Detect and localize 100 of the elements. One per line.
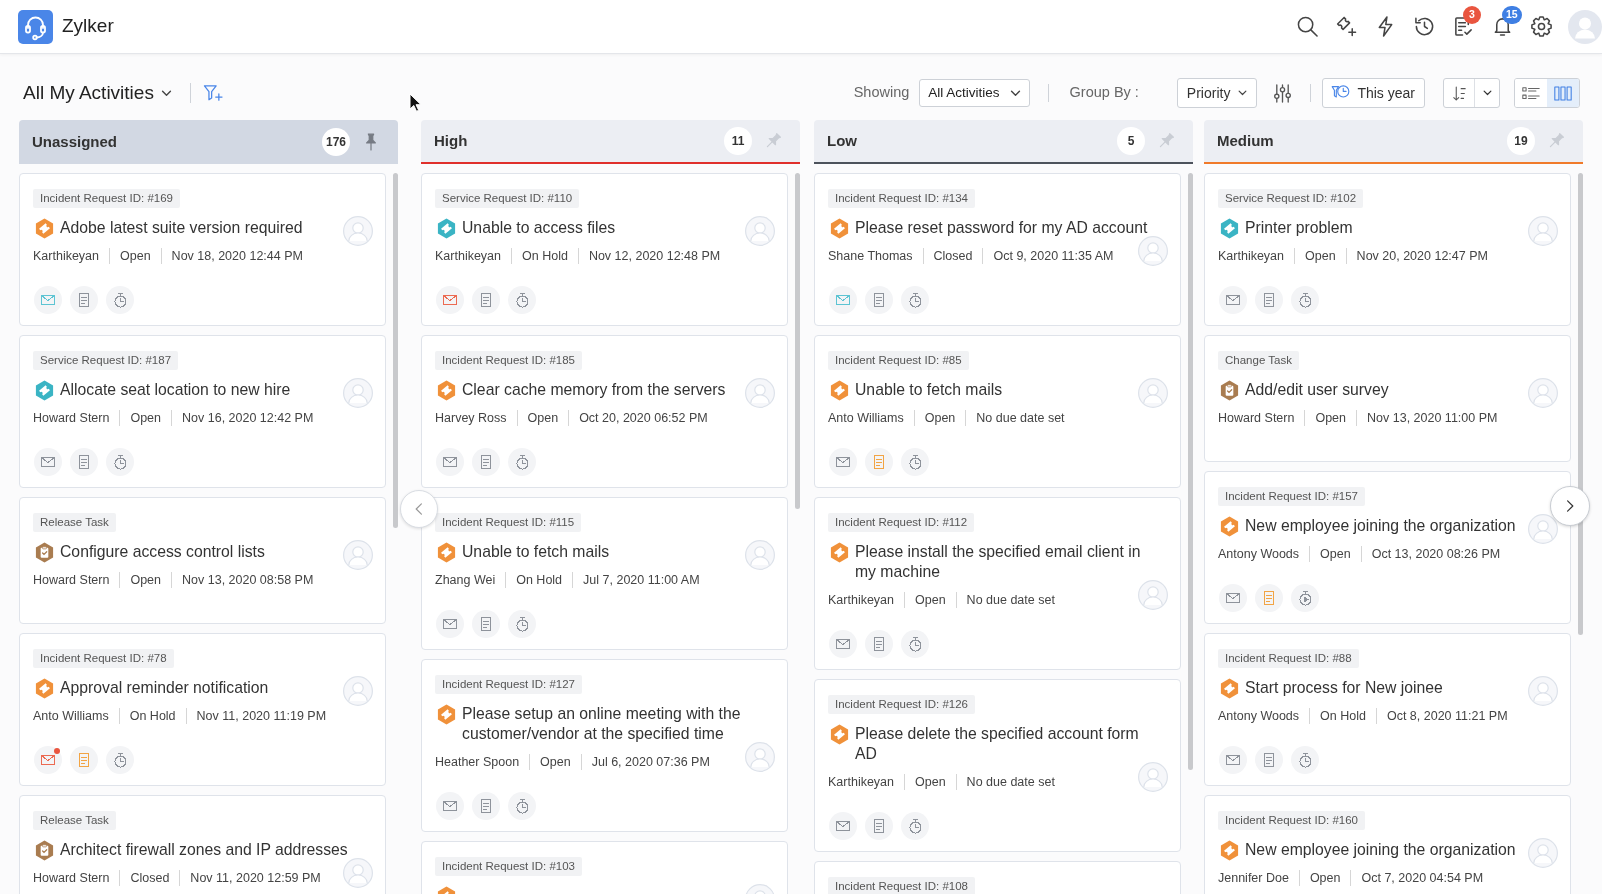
email-button[interactable] — [436, 286, 464, 314]
notes-button[interactable] — [865, 630, 893, 658]
ticket-icon — [830, 218, 849, 239]
group-by-dropdown[interactable]: Priority — [1176, 78, 1258, 108]
requester-name: Antony Woods — [1218, 546, 1300, 563]
caret-down-icon[interactable] — [1482, 90, 1492, 96]
activity-filter-dropdown[interactable]: All Activities — [919, 79, 1030, 107]
activity-card[interactable]: Incident Request ID: #115 Unable to fetch mails Zhang Wei On Hold Jul 7, 2020 11:00 AM — [421, 497, 788, 650]
filter-plus-icon[interactable] — [202, 84, 223, 102]
email-button[interactable] — [829, 286, 857, 314]
notes-button[interactable] — [70, 746, 98, 774]
notes-button[interactable] — [1255, 584, 1283, 612]
sliders-icon[interactable] — [1273, 83, 1293, 103]
notes-button[interactable] — [1255, 286, 1283, 314]
notes-button[interactable] — [70, 448, 98, 476]
sort-icon[interactable] — [1452, 84, 1466, 102]
activity-card[interactable]: Incident Request ID: #85 Unable to fetch mails Anto Williams Open No due date set — [814, 335, 1181, 488]
request-title: Please install the specified email client in my machine — [855, 542, 1142, 582]
activity-card[interactable]: Service Request ID: #102 Printer problem Karthikeyan Open Nov 20, 2020 12:47 PM — [1204, 173, 1571, 326]
timer-button[interactable] — [106, 448, 134, 476]
request-tag: Incident Request ID: #115 — [435, 513, 582, 532]
activity-card[interactable]: Incident Request ID: #88 Start process for New joinee Antony Woods On Hold Oct 8, 2020 11:21 PM — [1204, 633, 1571, 786]
activity-card[interactable]: Incident Request ID: #103 — [421, 841, 788, 894]
email-button[interactable] — [1219, 746, 1247, 774]
notes-button[interactable] — [472, 610, 500, 638]
avatar-icon — [1528, 676, 1558, 706]
email-button[interactable] — [436, 610, 464, 638]
view-dropdown[interactable]: All My Activities — [23, 78, 172, 108]
notes-button[interactable] — [472, 792, 500, 820]
scrollbar-thumb[interactable] — [1188, 173, 1193, 770]
notes-button[interactable] — [865, 812, 893, 840]
history-icon[interactable] — [1414, 16, 1435, 37]
timer-button[interactable] — [901, 812, 929, 840]
request-title: Configure access control lists — [60, 542, 265, 562]
timer-button[interactable] — [106, 746, 134, 774]
activity-card[interactable]: Incident Request ID: #112 Please install the specified email client in my machine Karthikeyan Open No due date set — [814, 497, 1181, 670]
timer-button[interactable] — [901, 448, 929, 476]
notes-button[interactable] — [70, 286, 98, 314]
scrollbar-thumb[interactable] — [795, 173, 800, 509]
activity-card[interactable]: Incident Request ID: #160 New employee joining the organization Jennifer Doe Open Oct 7, 2020 04:54 PM — [1204, 795, 1571, 894]
status-label: Open — [1309, 870, 1341, 887]
activity-card[interactable]: Incident Request ID: #108 — [814, 861, 1181, 894]
email-button[interactable] — [436, 448, 464, 476]
activity-card[interactable]: Release Task Configure access control lists Howard Stern Open Nov 13, 2020 08:58 PM — [19, 497, 386, 624]
timer-button[interactable] — [1291, 584, 1319, 612]
notification-badge: 15 — [1502, 5, 1522, 24]
email-button[interactable] — [829, 812, 857, 840]
period-button[interactable]: This year — [1322, 78, 1425, 108]
sort-control[interactable] — [1443, 78, 1500, 108]
activity-card[interactable]: Incident Request ID: #126 Please delete the specified account form AD Karthikeyan Open No due date set — [814, 679, 1181, 852]
email-button[interactable] — [1219, 286, 1247, 314]
email-button[interactable] — [829, 448, 857, 476]
request-tag: Service Request ID: #102 — [1218, 189, 1364, 208]
notes-button[interactable] — [472, 286, 500, 314]
timer-button[interactable] — [508, 286, 536, 314]
activity-card[interactable]: Change Task Add/edit user survey Howard Stern Open Nov 13, 2020 11:00 PM — [1204, 335, 1571, 462]
notes-button[interactable] — [865, 448, 893, 476]
scrollbar-thumb[interactable] — [393, 173, 398, 528]
timer-button[interactable] — [901, 286, 929, 314]
activity-card[interactable]: Release Task Architect firewall zones and IP addresses Howard Stern Closed Nov 11, 2020 12:59 PM — [19, 795, 386, 894]
scrollbar-thumb[interactable] — [1578, 173, 1583, 635]
activity-card[interactable]: Incident Request ID: #169 Adobe latest suite version required Karthikeyan Open Nov 18, 2020 12:44 PM — [19, 173, 386, 326]
ticket-icon — [1220, 218, 1239, 239]
notes-button[interactable] — [865, 286, 893, 314]
ticket-plus-icon[interactable] — [1336, 16, 1357, 37]
activity-card[interactable]: Service Request ID: #110 Unable to access files Karthikeyan On Hold Nov 12, 2020 12:48 PM — [421, 173, 788, 326]
timer-button[interactable] — [508, 610, 536, 638]
timer-button[interactable] — [901, 630, 929, 658]
email-button[interactable] — [1219, 584, 1247, 612]
email-button[interactable] — [829, 630, 857, 658]
notes-button[interactable] — [472, 448, 500, 476]
due-date: Oct 9, 2020 11:35 AM — [993, 248, 1114, 265]
due-date: Jul 6, 2020 07:36 PM — [591, 754, 710, 771]
search-icon[interactable] — [1297, 16, 1318, 37]
activity-card[interactable]: Incident Request ID: #185 Clear cache memory from the servers Harvey Ross Open Oct 20, 2020 06:52 PM — [421, 335, 788, 488]
activity-card[interactable]: Incident Request ID: #134 Please reset password for my AD account Shane Thomas Closed Oct 9, 2020 11:35 AM — [814, 173, 1181, 326]
checklist-icon[interactable] — [1453, 16, 1474, 37]
timer-button[interactable] — [508, 792, 536, 820]
activity-card[interactable]: Service Request ID: #187 Allocate seat location to new hire Howard Stern Open Nov 16, 2020 12:42 PM — [19, 335, 386, 488]
activity-card[interactable]: Incident Request ID: #127 Please setup an online meeting with the customer/vendor at the specified time Heather Spoon Open Jul 6, 2020 07:36 PM — [421, 659, 788, 832]
column-title: Low — [827, 130, 857, 151]
email-button[interactable] — [34, 746, 62, 774]
activity-card[interactable]: Incident Request ID: #78 Approval reminder notification Anto Williams On Hold Nov 11, 2020 11:19 PM — [19, 633, 386, 786]
settings-icon[interactable] — [1531, 16, 1552, 37]
notes-button[interactable] — [1255, 746, 1283, 774]
request-title: Adobe latest suite version required — [60, 218, 303, 238]
count-badge: 5 — [1117, 127, 1145, 155]
timer-button[interactable] — [1291, 746, 1319, 774]
chevron-left-icon — [415, 502, 423, 516]
timer-button[interactable] — [508, 448, 536, 476]
email-button[interactable] — [34, 286, 62, 314]
email-button[interactable] — [436, 792, 464, 820]
timer-button[interactable] — [1291, 286, 1319, 314]
pin-icon[interactable] — [364, 133, 378, 151]
activity-card[interactable]: Incident Request ID: #157 New employee joining the organization Antony Woods Open Oct 13, 2020 08:26 PM — [1204, 471, 1571, 624]
timer-button[interactable] — [106, 286, 134, 314]
email-button[interactable] — [34, 448, 62, 476]
request-title: Unable to fetch mails — [462, 542, 610, 562]
avatar-icon — [1138, 762, 1168, 792]
bell-icon[interactable] — [1492, 16, 1513, 37]
